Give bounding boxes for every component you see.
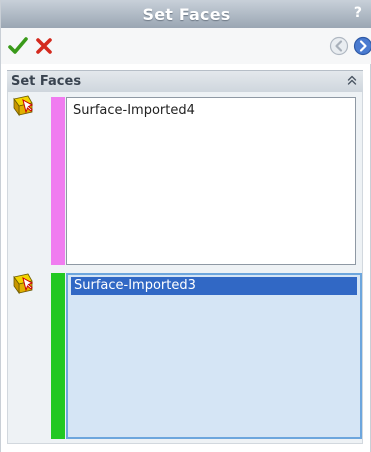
set-faces-section-body: Surface-Imported4 Surface-Imported3 <box>7 92 363 444</box>
face-selection-list-2[interactable]: Surface-Imported3 <box>66 273 362 439</box>
list-item-selected[interactable]: Surface-Imported3 <box>71 277 357 295</box>
face-selection-icon <box>11 272 35 296</box>
forward-arrow-icon <box>353 36 371 56</box>
face-selection-icon <box>11 94 35 118</box>
action-toolbar <box>1 28 371 64</box>
section-header-set-faces[interactable]: Set Faces <box>7 70 363 92</box>
back-arrow-icon <box>329 36 349 56</box>
title-bar: Set Faces ? <box>1 0 371 28</box>
selection-color-bar-2 <box>51 273 65 439</box>
back-button[interactable] <box>329 36 349 56</box>
ok-button[interactable] <box>7 35 29 57</box>
list-item[interactable]: Surface-Imported4 <box>70 102 352 120</box>
forward-button[interactable] <box>353 36 371 56</box>
collapse-chevron-icon[interactable] <box>347 73 357 90</box>
section-title: Set Faces <box>11 74 82 89</box>
checkmark-icon <box>8 37 28 54</box>
cancel-button[interactable] <box>33 35 55 57</box>
face-selection-list-1[interactable]: Surface-Imported4 <box>66 97 356 265</box>
property-manager-panel: Set Faces ? Set Faces Surface-Imported4 … <box>0 0 371 452</box>
help-button[interactable]: ? <box>354 5 362 21</box>
selection-color-bar-1 <box>51 97 65 265</box>
panel-title: Set Faces <box>142 5 231 24</box>
close-x-icon <box>36 38 52 54</box>
